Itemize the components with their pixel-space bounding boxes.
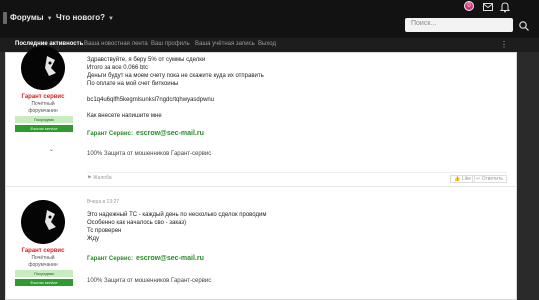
nav-forums-label: Форумы: [10, 13, 44, 22]
chevron-down-icon[interactable]: ⌄: [49, 146, 54, 153]
message-line: Как внесете напишите мне: [87, 113, 162, 119]
more-menu-icon[interactable]: ⋮: [500, 40, 508, 49]
user-avatar[interactable]: 0: [464, 1, 474, 11]
message-line: Здравствуйте, я беру 5% от суммы сделки: [87, 57, 206, 63]
message-line: Это надежный ТС - каждый день по несколь…: [87, 212, 267, 218]
post-item: Гарант сервис Почётный форумчанин Посред…: [5, 46, 517, 187]
author-name[interactable]: Гарант сервис: [15, 94, 71, 100]
author-title-line2: форумчанин: [28, 262, 58, 268]
post-timestamp[interactable]: Вчера в 13:27: [87, 198, 507, 206]
mail-icon[interactable]: [482, 0, 494, 12]
subnav-logout[interactable]: Выход: [258, 41, 276, 47]
author-avatar[interactable]: [21, 46, 65, 90]
bitcoin-address: bc1q4u6qlfh5kegmlsunksl7ngdcrtqhwyasdpwn…: [87, 97, 215, 103]
author-badge-intermediary: Посредник: [15, 270, 73, 277]
chevron-down-icon: ▼: [46, 16, 53, 22]
message-line: Жду: [87, 236, 100, 242]
author-title-line1: Почётный: [31, 101, 55, 107]
message-line: По оплате на мой счет биткоины: [87, 81, 179, 87]
post-author-panel: Гарант сервис Почётный форумчанин Посред…: [15, 46, 73, 132]
like-label: Like: [461, 176, 471, 182]
post-author-panel: Гарант сервис Почётный форумчанин Посред…: [15, 200, 73, 286]
author-badge-escrow: Escrow service: [15, 279, 73, 286]
subnav-profile[interactable]: Ваш профиль: [151, 41, 190, 47]
nav-whats-new-label: Что нового?: [56, 13, 105, 22]
signature: Гарант Сервис: escrow@sec-mail.ru: [87, 130, 507, 138]
subnav-news-feed[interactable]: Ваша новостная лента: [84, 41, 148, 47]
post-body: Здравствуйте, я беру 5% от суммы сделки …: [87, 56, 507, 158]
signature-footer: 100% Защита от мошенников Гарант-сервис: [87, 151, 212, 157]
signature-prefix: Гарант Сервис:: [87, 256, 133, 262]
message-line: Итого за все 0.066 btc: [87, 65, 148, 71]
signature-email: escrow@sec-mail.ru: [135, 130, 204, 137]
bell-icon[interactable]: [499, 0, 511, 13]
page-gutter: [517, 52, 539, 300]
signature-prefix: Гарант Сервис:: [87, 131, 133, 137]
sub-navbar: Последние активность Ваша новостная лент…: [0, 38, 539, 52]
author-title-line2: форумчанин: [28, 108, 58, 114]
reply-button[interactable]: ↩ Ответить: [472, 175, 507, 183]
message-line: Особенно как началось сво - заказ): [87, 220, 187, 226]
chevron-down-icon: ▼: [107, 16, 114, 22]
author-name[interactable]: Гарант сервис: [15, 248, 71, 254]
search-icon[interactable]: [518, 19, 530, 31]
signature: Гарант Сервис: escrow@sec-mail.ru: [87, 255, 507, 263]
post-body: Вчера в 13:27 Это надежный ТС - каждый д…: [87, 198, 507, 285]
logo-mark: [3, 12, 7, 24]
search-input[interactable]: Поиск...: [405, 18, 513, 32]
signature-footer: 100% Защита от мошенников Гарант-сервис: [87, 278, 212, 284]
author-badge-escrow: Escrow service: [15, 125, 73, 132]
post-item: Гарант сервис Почётный форумчанин Посред…: [5, 192, 517, 300]
post-actions: ⚑ Жалоба 👍 Like ↩ Ответить: [87, 172, 507, 185]
author-title-line1: Почётный: [31, 255, 55, 261]
author-avatar[interactable]: [21, 200, 65, 244]
subnav-account[interactable]: Ваша учётная запись: [195, 41, 255, 47]
message-line: Тс проверен: [87, 228, 122, 234]
signature-email: escrow@sec-mail.ru: [135, 255, 204, 262]
report-button[interactable]: ⚑ Жалоба: [87, 175, 112, 181]
notification-count: 0: [467, 3, 471, 9]
author-badge-intermediary: Посредник: [15, 116, 73, 123]
reply-label: Ответить: [481, 176, 503, 182]
report-label: Жалоба: [92, 175, 112, 181]
message-line: Деньги будут на моем счету пока не скажи…: [87, 73, 264, 79]
nav-forums[interactable]: Форумы ▼: [10, 13, 53, 22]
top-navbar: Форумы ▼ Что нового? ▼ 0 Поиск...: [0, 0, 539, 38]
search-placeholder: Поиск...: [411, 20, 437, 27]
nav-whats-new[interactable]: Что нового? ▼: [56, 13, 114, 22]
thumbs-up-icon: 👍: [454, 176, 462, 182]
